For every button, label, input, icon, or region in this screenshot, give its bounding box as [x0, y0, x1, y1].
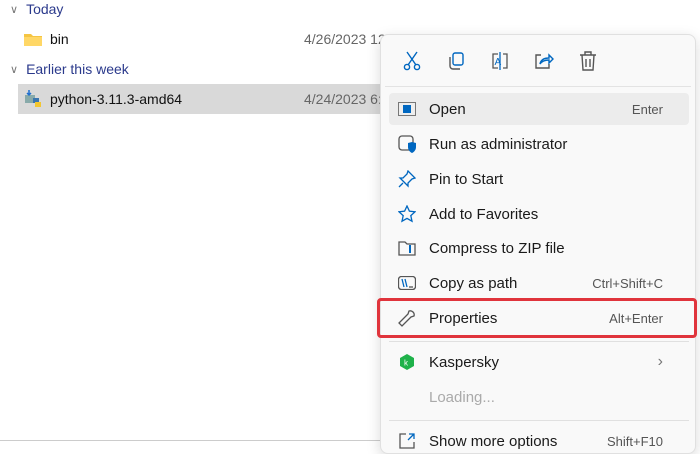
- menu-item-compress-to-zip[interactable]: Compress to ZIP file: [389, 232, 689, 264]
- menu-item-pin-to-start[interactable]: Pin to Start: [389, 163, 689, 195]
- pin-icon: [397, 170, 417, 188]
- chevron-down-icon: ∨: [10, 63, 19, 76]
- folder-icon: [24, 32, 42, 46]
- star-icon: [397, 205, 417, 223]
- menu-item-show-more-options[interactable]: Show more options Shift+F10: [389, 425, 689, 453]
- delete-icon[interactable]: [575, 48, 601, 74]
- rename-icon[interactable]: A: [487, 48, 513, 74]
- kaspersky-icon: k: [397, 353, 417, 371]
- chevron-down-icon: ∨: [10, 3, 19, 16]
- group-today[interactable]: ∨ Today: [10, 1, 63, 17]
- share-icon[interactable]: [531, 48, 557, 74]
- properties-highlight-box: [377, 298, 697, 338]
- chevron-right-icon: ›: [657, 353, 663, 370]
- file-row-bin[interactable]: bin 4/26/2023 12:: [18, 24, 398, 54]
- menu-item-run-as-administrator[interactable]: Run as administrator: [389, 128, 689, 160]
- menu-separator: [389, 420, 689, 421]
- shield-icon: [397, 135, 417, 153]
- context-toolbar: A: [385, 35, 691, 87]
- show-more-icon: [397, 432, 417, 450]
- menu-item-add-to-favorites[interactable]: Add to Favorites: [389, 198, 689, 230]
- zip-folder-icon: [397, 240, 417, 256]
- menu-item-loading: Loading...: [429, 388, 495, 406]
- open-app-icon: [397, 102, 417, 116]
- context-menu: A Open Enter Run as administrator Pin to …: [380, 34, 696, 454]
- file-row-python[interactable]: python-3.11.3-amd64 4/24/2023 6:4: [18, 84, 398, 114]
- copy-icon[interactable]: [443, 48, 469, 74]
- copy-path-icon: [397, 276, 417, 290]
- group-earlier-this-week[interactable]: ∨ Earlier this week: [10, 61, 129, 77]
- menu-item-open[interactable]: Open Enter: [389, 93, 689, 125]
- python-installer-icon: [24, 90, 42, 108]
- menu-item-copy-as-path[interactable]: Copy as path Ctrl+Shift+C: [389, 267, 689, 299]
- menu-separator: [389, 341, 689, 342]
- cut-icon[interactable]: [399, 48, 425, 74]
- svg-text:A: A: [495, 57, 502, 68]
- divider: [0, 440, 380, 441]
- menu-item-kaspersky[interactable]: k Kaspersky ›: [389, 346, 689, 378]
